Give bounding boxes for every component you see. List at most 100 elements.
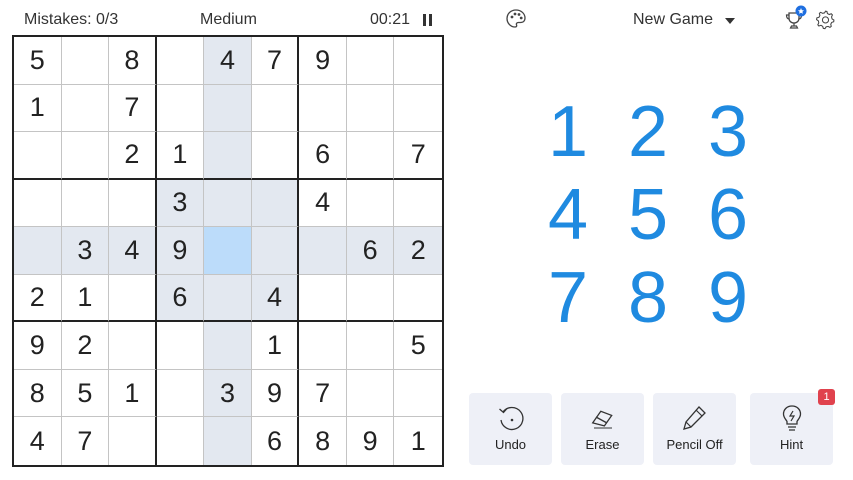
number-button-6[interactable]: 6 bbox=[688, 173, 768, 256]
board-cell[interactable] bbox=[394, 37, 442, 85]
board-cell[interactable] bbox=[394, 275, 442, 323]
board-cell[interactable] bbox=[204, 132, 252, 180]
board-cell[interactable]: 4 bbox=[251, 274, 300, 323]
board-cell[interactable]: 3 bbox=[156, 179, 205, 228]
board-cell[interactable] bbox=[251, 227, 300, 275]
board-cell[interactable]: 5 bbox=[394, 322, 442, 370]
number-button-2[interactable]: 2 bbox=[608, 90, 688, 173]
board-cell[interactable] bbox=[204, 179, 252, 228]
board-cell[interactable] bbox=[109, 274, 157, 323]
board-cell[interactable] bbox=[109, 179, 157, 228]
number-button-1[interactable]: 1 bbox=[528, 90, 608, 173]
board-cell[interactable] bbox=[61, 179, 110, 228]
board-cell[interactable]: 8 bbox=[109, 37, 157, 85]
board-cell[interactable] bbox=[14, 227, 62, 275]
board-cell[interactable]: 6 bbox=[252, 417, 300, 465]
board-cell[interactable]: 4 bbox=[204, 37, 252, 85]
board-cell[interactable] bbox=[394, 370, 442, 418]
board-cell[interactable] bbox=[156, 369, 205, 418]
board-cell[interactable]: 9 bbox=[299, 37, 347, 85]
board-cell[interactable] bbox=[346, 369, 395, 418]
board-cell[interactable]: 6 bbox=[156, 274, 205, 323]
board-cell[interactable]: 1 bbox=[61, 274, 110, 323]
board-cell[interactable]: 2 bbox=[109, 132, 157, 180]
board-cell[interactable]: 1 bbox=[156, 132, 205, 180]
hint-button[interactable]: Hint 1 bbox=[750, 389, 835, 465]
board-cell[interactable] bbox=[157, 417, 205, 465]
board-cell[interactable] bbox=[204, 84, 252, 133]
board-cell[interactable] bbox=[299, 84, 347, 133]
board-cell[interactable] bbox=[61, 132, 110, 180]
board-cell[interactable] bbox=[346, 274, 395, 323]
board-cell[interactable] bbox=[394, 180, 442, 228]
board-cell[interactable]: 5 bbox=[14, 37, 62, 85]
board-cell[interactable] bbox=[251, 84, 300, 133]
board-cell[interactable] bbox=[204, 274, 252, 323]
board-cell[interactable] bbox=[14, 179, 62, 228]
pencil-toggle-button[interactable]: Pencil Off bbox=[653, 393, 736, 465]
board-cell[interactable] bbox=[204, 227, 252, 275]
board-cell[interactable] bbox=[109, 322, 157, 370]
board-cell[interactable]: 2 bbox=[394, 227, 442, 275]
palette-icon[interactable] bbox=[505, 8, 527, 30]
board-cell[interactable]: 1 bbox=[14, 84, 62, 133]
board-cell[interactable]: 6 bbox=[346, 227, 395, 275]
gear-icon[interactable] bbox=[815, 9, 836, 30]
board-cell[interactable] bbox=[346, 132, 395, 180]
board-cell[interactable] bbox=[394, 85, 442, 133]
board-cell[interactable]: 9 bbox=[156, 227, 205, 275]
board-cell[interactable] bbox=[299, 227, 347, 275]
board-cell[interactable] bbox=[251, 132, 300, 180]
board-cell[interactable]: 4 bbox=[14, 417, 62, 465]
board-cell[interactable]: 7 bbox=[394, 132, 442, 180]
number-button-5[interactable]: 5 bbox=[608, 173, 688, 256]
board-cell[interactable] bbox=[61, 37, 110, 85]
board-cell[interactable]: 4 bbox=[299, 179, 347, 228]
trophy-icon[interactable] bbox=[783, 5, 807, 31]
board-cell[interactable]: 1 bbox=[394, 417, 442, 465]
board-cell[interactable]: 3 bbox=[204, 369, 252, 418]
board-cell[interactable] bbox=[251, 179, 300, 228]
board-cell[interactable]: 6 bbox=[299, 132, 347, 180]
board-cell[interactable]: 8 bbox=[14, 369, 62, 418]
board-cell[interactable]: 7 bbox=[251, 37, 300, 85]
board-cell[interactable]: 2 bbox=[61, 322, 110, 370]
board-cell[interactable] bbox=[299, 322, 347, 370]
board-cell[interactable] bbox=[156, 322, 205, 370]
number-button-9[interactable]: 9 bbox=[688, 256, 768, 339]
pause-icon[interactable] bbox=[422, 14, 433, 26]
board-cell[interactable]: 2 bbox=[14, 274, 62, 323]
board-cell[interactable] bbox=[346, 84, 395, 133]
number-button-3[interactable]: 3 bbox=[688, 90, 768, 173]
board-cell[interactable] bbox=[204, 417, 252, 465]
undo-button[interactable]: Undo bbox=[469, 393, 552, 465]
number-button-7[interactable]: 7 bbox=[528, 256, 608, 339]
new-game-button[interactable]: New Game bbox=[633, 11, 713, 29]
board-cell[interactable]: 9 bbox=[14, 322, 62, 370]
erase-button[interactable]: Erase bbox=[561, 393, 644, 465]
board-cell[interactable]: 1 bbox=[109, 369, 157, 418]
board-cell[interactable]: 7 bbox=[109, 84, 157, 133]
board-cell[interactable]: 5 bbox=[61, 369, 110, 418]
board-cell[interactable] bbox=[61, 84, 110, 133]
board-cell[interactable] bbox=[109, 417, 157, 465]
board-cell[interactable]: 9 bbox=[251, 369, 300, 418]
chevron-down-icon[interactable] bbox=[725, 18, 735, 24]
board-cell[interactable]: 9 bbox=[347, 417, 395, 465]
board-cell[interactable] bbox=[14, 132, 62, 180]
board-cell[interactable] bbox=[156, 37, 205, 85]
board-cell[interactable]: 1 bbox=[251, 322, 300, 370]
board-cell[interactable] bbox=[346, 37, 395, 85]
board-cell[interactable] bbox=[156, 84, 205, 133]
board-cell[interactable] bbox=[346, 322, 395, 370]
number-button-8[interactable]: 8 bbox=[608, 256, 688, 339]
board-cell[interactable]: 3 bbox=[61, 227, 110, 275]
board-cell[interactable]: 4 bbox=[109, 227, 157, 275]
board-cell[interactable] bbox=[204, 322, 252, 370]
board-cell[interactable] bbox=[299, 274, 347, 323]
board-cell[interactable]: 7 bbox=[62, 417, 110, 465]
board-cell[interactable]: 7 bbox=[299, 369, 347, 418]
board-cell[interactable] bbox=[346, 179, 395, 228]
board-cell[interactable]: 8 bbox=[299, 417, 347, 465]
number-button-4[interactable]: 4 bbox=[528, 173, 608, 256]
